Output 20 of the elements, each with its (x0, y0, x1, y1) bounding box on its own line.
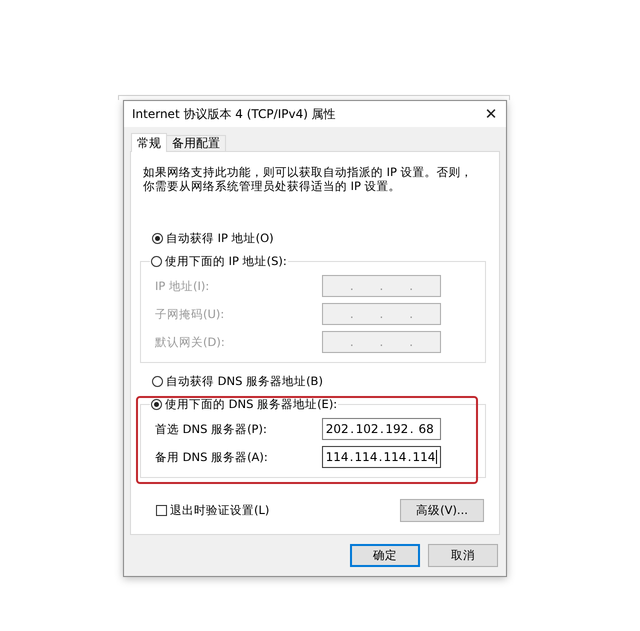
tab[interactable]: 备用配置 (166, 135, 226, 151)
description-text: 如果网络支持此功能，则可以获取自动指派的 IP 设置。否则，你需要从网络系统管理员处获得适当的 IP 设置。 (143, 165, 474, 193)
dialog-button[interactable]: 取消 (428, 544, 498, 567)
field-label: 默认网关(D): (155, 334, 225, 350)
ip-address-field[interactable]: 114.114.114.114 (322, 446, 441, 468)
field-label: 备用 DNS 服务器(A): (155, 450, 268, 464)
close-button[interactable]: ✕ (476, 101, 506, 127)
radio-option[interactable]: 使用下面的 IP 地址(S): (151, 253, 287, 269)
field-label: 子网掩码(U): (155, 306, 224, 322)
dialog-button[interactable]: 确定 (350, 544, 420, 567)
validate-checkbox[interactable]: 退出时验证设置(L) (156, 503, 270, 518)
radio-option[interactable]: 自动获得 DNS 服务器地址(B) (152, 373, 323, 389)
radio-option[interactable]: 自动获得 IP 地址(O) (152, 230, 274, 246)
advanced-button[interactable]: 高级(V)... (400, 499, 484, 522)
radio-option[interactable]: 使用下面的 DNS 服务器地址(E): (151, 396, 338, 412)
ip-address-field[interactable]: 202.102.192. 68 (322, 418, 441, 440)
tab[interactable]: 常规 (131, 133, 167, 152)
field-label: IP 地址(I): (155, 278, 210, 294)
window-title: Internet 协议版本 4 (TCP/IPv4) 属性 (132, 106, 336, 122)
field-label: 首选 DNS 服务器(P): (155, 422, 267, 436)
